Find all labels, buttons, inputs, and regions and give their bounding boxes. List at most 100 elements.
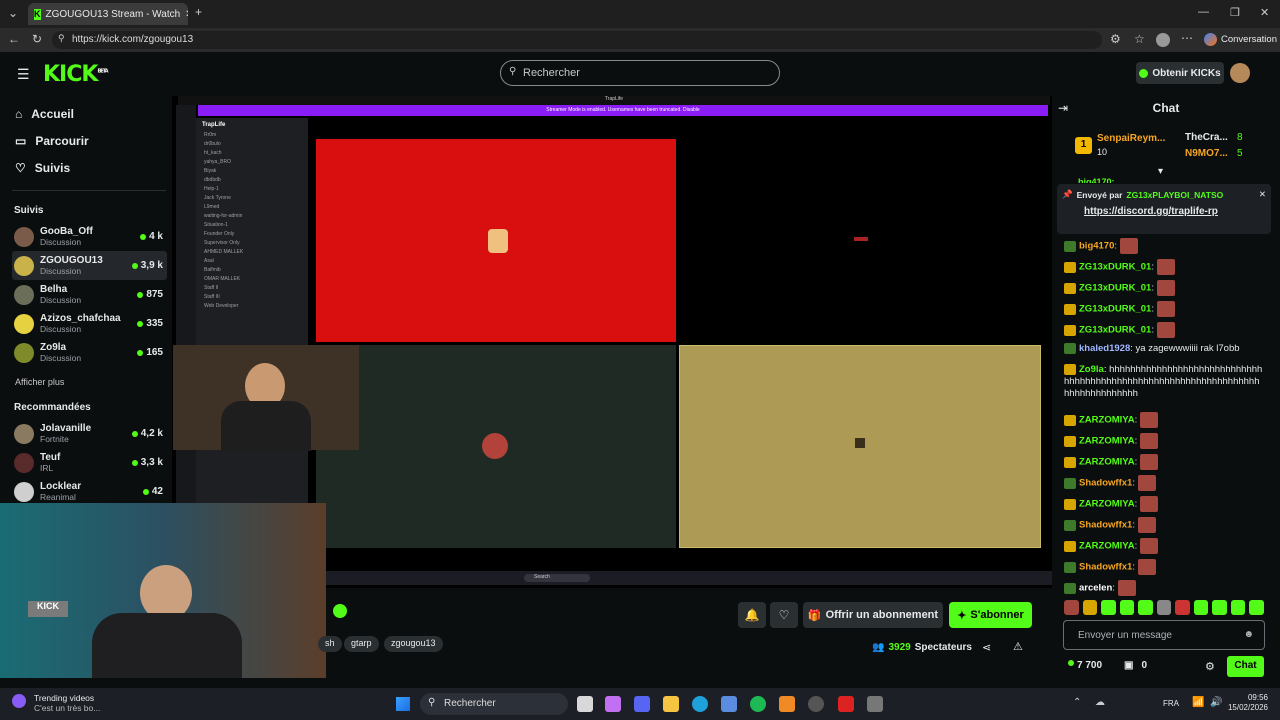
favorites-icon[interactable]: ☆ <box>1134 32 1145 46</box>
copilot-app-icon[interactable] <box>605 696 621 712</box>
close-tab-icon[interactable]: ✕ <box>185 9 188 20</box>
chat-username[interactable]: Zo9la <box>1079 364 1104 375</box>
quick-emote[interactable] <box>1064 600 1079 615</box>
nav-following[interactable]: ♡ Suivis <box>15 161 70 175</box>
quick-emote[interactable] <box>1156 600 1172 615</box>
chat-send-button[interactable]: Chat <box>1227 656 1264 677</box>
spotify-icon[interactable] <box>750 696 766 712</box>
chat-username[interactable]: ZG13xDURK_01 <box>1079 262 1151 273</box>
channel-points[interactable]: ▣ 0 <box>1124 660 1147 671</box>
followed-channel[interactable]: Belha Discussion 875 <box>12 280 167 309</box>
clock[interactable]: 09:56 15/02/2026 <box>1226 693 1268 713</box>
obs-icon[interactable] <box>808 696 824 712</box>
chat-username[interactable]: arcelen <box>1079 583 1112 594</box>
chat-username[interactable]: ZG13xDURK_01 <box>1079 325 1151 336</box>
chat-username[interactable]: ZARZOMIYA <box>1079 499 1135 510</box>
running-app-icon[interactable] <box>867 696 883 712</box>
discord-icon[interactable] <box>634 696 650 712</box>
get-kicks-button[interactable]: Obtenir KICKs <box>1136 62 1224 84</box>
file-explorer-icon[interactable] <box>663 696 679 712</box>
quick-emote[interactable] <box>1101 600 1116 615</box>
followed-channel[interactable]: Azizos_chafchaa Discussion 335 <box>12 309 167 338</box>
report-icon[interactable]: ⚠ <box>1013 640 1023 653</box>
news-widget[interactable]: Trending videos C'est un très bo... <box>34 693 100 713</box>
copilot-button[interactable]: Conversation <box>1204 33 1277 46</box>
task-view-icon[interactable] <box>577 696 593 712</box>
tray-network-icon[interactable]: ☁ <box>1095 697 1105 708</box>
unpin-icon[interactable]: ✕ <box>1259 189 1266 200</box>
user-avatar[interactable] <box>1230 63 1250 83</box>
expand-leaderboard-icon[interactable]: ▾ <box>1158 166 1163 177</box>
chat-username[interactable]: khaled1928 <box>1079 343 1130 354</box>
chat-username[interactable]: ZG13xDURK_01 <box>1079 304 1151 315</box>
nav-home[interactable]: ⌂ Accueil <box>15 107 74 121</box>
show-more-link[interactable]: Afficher plus <box>15 377 64 387</box>
extensions-icon[interactable]: ⚙ <box>1110 32 1121 46</box>
windows-start-icon[interactable] <box>396 697 410 711</box>
search-input[interactable]: ⚲ Rechercher <box>500 60 780 86</box>
stream-tag[interactable]: sh <box>318 636 342 652</box>
quick-emote[interactable] <box>1193 600 1209 615</box>
chat-username[interactable]: Shadowffx1 <box>1079 562 1132 573</box>
store-icon[interactable] <box>721 696 737 712</box>
chat-username[interactable]: big4170 <box>1079 241 1114 252</box>
chat-input[interactable]: Envoyer un message ☻ <box>1063 620 1265 650</box>
language-indicator[interactable]: FRA <box>1163 699 1179 708</box>
gift-sub-button[interactable]: 🎁 Offrir un abonnement <box>803 602 943 628</box>
chat-username[interactable]: ZARZOMIYA <box>1079 457 1135 468</box>
url-field[interactable]: https://kick.com/zgougou13 <box>52 31 1102 49</box>
minimize-icon[interactable]: — <box>1198 6 1209 18</box>
chat-username[interactable]: ZARZOMIYA <box>1079 415 1135 426</box>
game-launcher-icon[interactable] <box>838 696 854 712</box>
notification-bell-button[interactable]: 🔔 <box>738 602 766 628</box>
quick-emote[interactable] <box>1212 600 1227 615</box>
taskbar-search[interactable]: ⚲ Rechercher <box>420 693 568 715</box>
chat-settings-icon[interactable]: ⚙ <box>1205 660 1215 673</box>
pinned-user[interactable]: ZG13xPLAYBOI_NATSO <box>1126 190 1223 200</box>
chat-username[interactable]: ZARZOMIYA <box>1079 541 1135 552</box>
share-icon[interactable]: ⋖ <box>982 641 991 654</box>
reload-icon[interactable]: ↻ <box>32 32 42 46</box>
quick-emote[interactable] <box>1249 600 1265 615</box>
more-menu-icon[interactable]: ⋯ <box>1181 31 1193 45</box>
profile-icon[interactable] <box>1156 33 1170 47</box>
stream-tag[interactable]: zgougou13 <box>384 636 443 652</box>
chat-username[interactable]: Shadowffx1 <box>1079 520 1132 531</box>
app-icon[interactable] <box>779 696 795 712</box>
emoji-icon[interactable]: ☻ <box>1243 629 1254 640</box>
maximize-icon[interactable]: ❐ <box>1230 6 1240 19</box>
stream-tag[interactable]: gtarp <box>344 636 379 652</box>
tab-list-icon[interactable]: ⌄ <box>8 6 18 20</box>
chat-username[interactable]: ZG13xDURK_01 <box>1079 283 1151 294</box>
wifi-icon[interactable]: 📶 <box>1192 697 1204 708</box>
followed-channel-active[interactable]: ZGOUGOU13 Discussion 3,9 k <box>12 251 167 280</box>
edge-browser-icon[interactable] <box>692 696 708 712</box>
close-window-icon[interactable]: ✕ <box>1260 6 1269 19</box>
leaderboard-name[interactable]: N9MO7... <box>1185 148 1228 159</box>
followed-channel[interactable]: GooBa_Off Discussion 4 k <box>12 222 167 251</box>
kicks-balance[interactable]: 7 700 <box>1068 660 1102 671</box>
site-info-icon[interactable]: ⚲ <box>58 33 65 44</box>
quick-emote[interactable] <box>1175 600 1190 615</box>
leaderboard-name[interactable]: TheCra... <box>1185 132 1228 143</box>
leaderboard-name[interactable]: SenpaiReym... <box>1097 133 1165 144</box>
recommended-channel[interactable]: Jolavanille Fortnite 4,2 k <box>12 419 167 448</box>
quick-emote[interactable] <box>1119 600 1135 615</box>
follow-heart-button[interactable]: ♡ <box>770 602 798 628</box>
recommended-channel[interactable]: Locklear Reanimal 42 <box>12 477 167 506</box>
recommended-channel[interactable]: Teuf IRL 3,3 k <box>12 448 167 477</box>
subscribe-button[interactable]: ✦ S'abonner <box>949 602 1032 628</box>
quick-emote[interactable] <box>1138 600 1153 615</box>
back-icon[interactable]: ← <box>8 32 20 46</box>
chat-username[interactable]: ZARZOMIYA <box>1079 436 1135 447</box>
pinned-link[interactable]: https://discord.gg/traplife-rp <box>1062 206 1266 217</box>
hamburger-menu-icon[interactable]: ☰ <box>17 66 30 83</box>
new-tab-icon[interactable]: + <box>195 5 202 19</box>
quick-emote[interactable] <box>1082 600 1098 615</box>
kick-logo[interactable]: KICKBETA <box>43 62 109 87</box>
nav-browse[interactable]: ▭ Parcourir <box>15 134 89 148</box>
news-widget-icon[interactable] <box>12 694 26 708</box>
volume-icon[interactable]: 🔊 <box>1210 697 1222 708</box>
quick-emote[interactable] <box>1230 600 1246 615</box>
browser-tab[interactable]: K ZGOUGOU13 Stream - Watch ✕ <box>28 3 188 25</box>
